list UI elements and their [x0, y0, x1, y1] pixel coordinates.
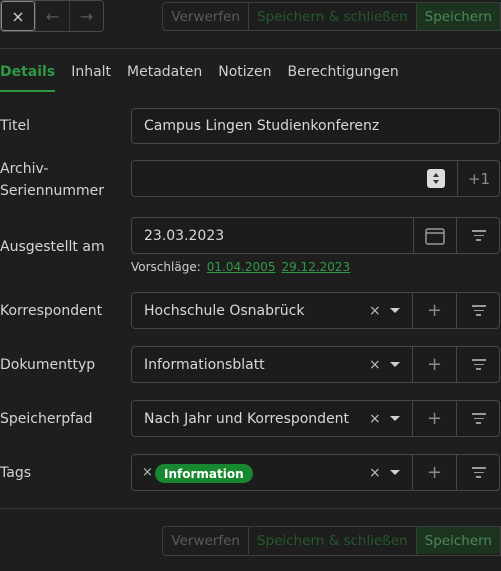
- tab-metadaten[interactable]: Metadaten: [127, 62, 202, 92]
- discard-button[interactable]: Verwerfen: [163, 527, 249, 554]
- title-input[interactable]: Campus Lingen Studienkonferenz: [131, 108, 500, 144]
- suggestion-link[interactable]: 29.12.2023: [281, 260, 350, 274]
- filter-icon: [471, 359, 486, 370]
- storage-path-label: Speicherpfad: [0, 411, 93, 427]
- correspondent-select[interactable]: Hochschule Osnabrück × +: [131, 292, 500, 329]
- date-suggestions: Vorschläge: 01.04.2005 29.12.2023: [131, 260, 350, 274]
- asn-label-line1: Archiv-: [0, 161, 49, 177]
- title-label: Titel: [0, 118, 31, 134]
- calendar-icon: [425, 227, 445, 245]
- correspondent-filter-button[interactable]: [456, 293, 500, 328]
- document-type-value: Informationsblatt: [144, 356, 265, 373]
- created-label: Ausgestellt am: [0, 239, 105, 255]
- calendar-button[interactable]: [413, 218, 456, 253]
- asn-field: +1: [131, 160, 500, 197]
- asn-label-line2: Seriennummer: [0, 183, 105, 199]
- chevron-down-icon[interactable]: [390, 455, 400, 490]
- tag-remove-icon[interactable]: ×: [142, 455, 153, 490]
- chevron-down-icon[interactable]: [390, 401, 400, 436]
- divider: [0, 508, 501, 509]
- tab-details[interactable]: Details: [0, 62, 56, 92]
- filter-icon: [471, 305, 486, 316]
- created-filter-button[interactable]: [456, 218, 500, 253]
- add-document-type-button[interactable]: +: [412, 347, 456, 382]
- filter-icon: [471, 230, 486, 241]
- title-value: Campus Lingen Studienkonferenz: [144, 118, 380, 134]
- divider: [0, 48, 501, 49]
- save-button[interactable]: Speichern: [416, 527, 500, 554]
- created-date-field: 23.03.2023: [131, 217, 500, 254]
- top-toolbar: × ← → Verwerfen Speichern & schließen Sp…: [0, 0, 501, 34]
- created-date-value[interactable]: 23.03.2023: [144, 218, 224, 253]
- document-type-filter-button[interactable]: [456, 347, 500, 382]
- tab-berechtigungen[interactable]: Berechtigungen: [288, 62, 399, 92]
- asn-value[interactable]: [144, 161, 424, 196]
- correspondent-label: Korrespondent: [0, 303, 103, 319]
- save-button[interactable]: Speichern: [416, 3, 500, 30]
- tags-select[interactable]: × Information × +: [131, 454, 500, 491]
- bottom-action-group: Verwerfen Speichern & schließen Speicher…: [162, 526, 501, 556]
- clear-icon[interactable]: ×: [369, 293, 381, 328]
- add-storage-path-button[interactable]: +: [412, 401, 456, 436]
- suggestion-link[interactable]: 01.04.2005: [207, 260, 276, 274]
- storage-path-filter-button[interactable]: [456, 401, 500, 436]
- save-and-close-button[interactable]: Speichern & schließen: [249, 3, 417, 30]
- correspondent-value: Hochschule Osnabrück: [144, 302, 305, 319]
- suggestions-label: Vorschläge:: [131, 260, 201, 274]
- storage-path-value: Nach Jahr und Korrespondent: [144, 410, 350, 427]
- add-tag-button[interactable]: +: [412, 455, 456, 490]
- document-type-label: Dokumenttyp: [0, 357, 96, 373]
- save-and-close-button[interactable]: Speichern & schließen: [249, 527, 417, 554]
- add-correspondent-button[interactable]: +: [412, 293, 456, 328]
- asn-label: Archiv- Seriennummer: [0, 158, 104, 202]
- discard-button[interactable]: Verwerfen: [163, 3, 249, 30]
- filter-icon: [471, 413, 486, 424]
- document-type-select[interactable]: Informationsblatt × +: [131, 346, 500, 383]
- top-action-group: Verwerfen Speichern & schließen Speicher…: [162, 2, 501, 31]
- chevron-down-icon[interactable]: [390, 293, 400, 328]
- tag-badge: Information: [155, 464, 253, 483]
- tab-inhalt[interactable]: Inhalt: [71, 62, 111, 92]
- clear-icon[interactable]: ×: [369, 347, 381, 382]
- tags-filter-button[interactable]: [456, 455, 500, 490]
- tab-bar: Details Inhalt Metadaten Notizen Berecht…: [0, 62, 415, 92]
- clear-icon[interactable]: ×: [369, 401, 381, 436]
- next-document-button[interactable]: →: [69, 1, 103, 31]
- close-button[interactable]: ×: [1, 1, 35, 31]
- previous-document-button[interactable]: ←: [35, 1, 69, 31]
- chevron-down-icon[interactable]: [390, 347, 400, 382]
- filter-icon: [471, 467, 486, 478]
- navigation-group: × ← →: [0, 0, 104, 32]
- clear-icon[interactable]: ×: [369, 455, 381, 490]
- tags-label: Tags: [0, 465, 31, 481]
- storage-path-select[interactable]: Nach Jahr und Korrespondent × +: [131, 400, 500, 437]
- tab-notizen[interactable]: Notizen: [218, 62, 271, 92]
- asn-plus-one-button[interactable]: +1: [457, 161, 500, 196]
- number-stepper-icon[interactable]: [427, 169, 445, 188]
